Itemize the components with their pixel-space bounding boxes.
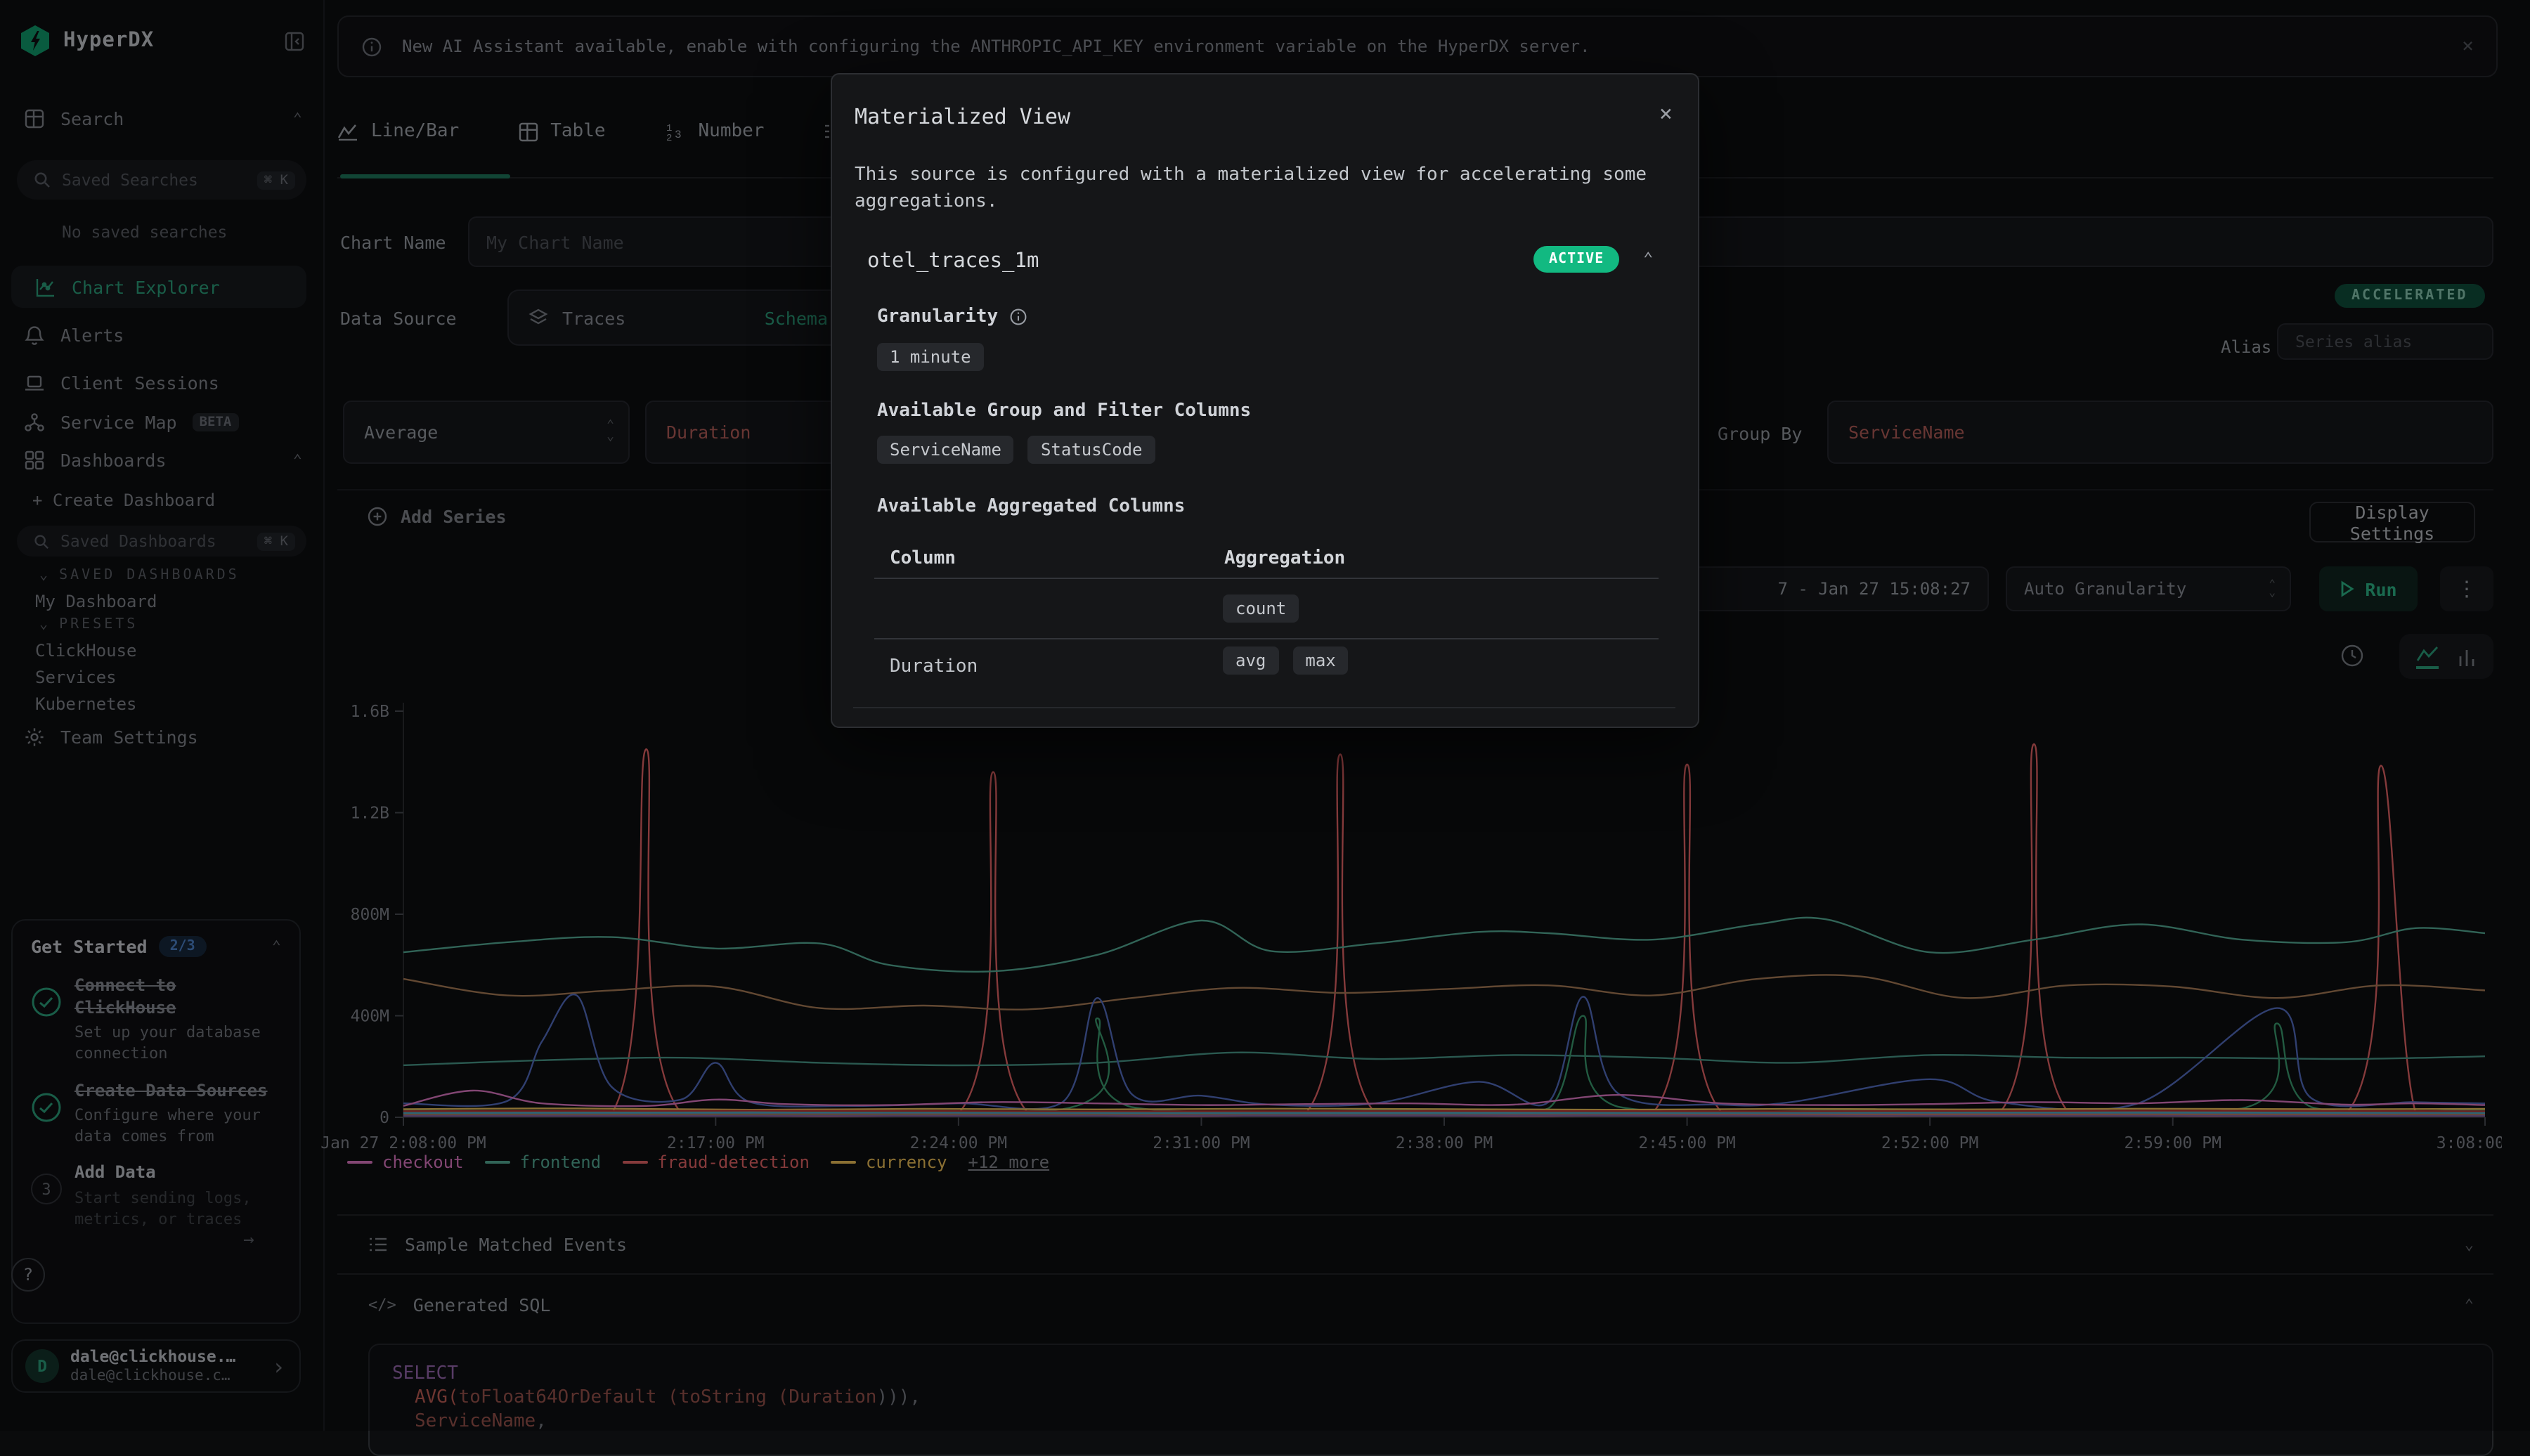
- modal-title: Materialized View: [855, 104, 1070, 129]
- table-row-aggregations: avgmax: [1223, 646, 1349, 675]
- aggregation-chip: max: [1292, 646, 1348, 675]
- modal-description: This source is configured with a materia…: [855, 162, 1678, 215]
- view-name: otel_traces_1m: [867, 250, 1039, 273]
- aggregated-label: Available Aggregated Columns: [877, 496, 1185, 517]
- materialized-view-modal: Materialized View × This source is confi…: [831, 73, 1699, 728]
- aggregation-chip: avg: [1223, 646, 1278, 675]
- table-divider: [853, 707, 1675, 708]
- table-row-aggregations: count: [1223, 594, 1299, 623]
- table-header-aggregation: Aggregation: [1224, 548, 1345, 569]
- column-chip: ServiceName: [877, 436, 1014, 464]
- chevron-up-icon[interactable]: ⌃: [1643, 249, 1653, 268]
- close-icon[interactable]: ×: [1659, 100, 1673, 126]
- granularity-label: Granularity: [877, 306, 1027, 327]
- column-chip: StatusCode: [1028, 436, 1155, 464]
- table-divider: [874, 638, 1659, 639]
- hyperdx-app: HyperDX Search ⌃ ⌘ K No saved searches C…: [0, 0, 2530, 1431]
- active-status-badge: ACTIVE: [1533, 246, 1619, 273]
- aggregation-chip: count: [1223, 594, 1299, 623]
- group-filter-chips: ServiceName StatusCode: [877, 436, 1155, 464]
- granularity-chip: 1 minute: [877, 343, 984, 371]
- table-header-column: Column: [890, 548, 956, 569]
- table-divider: [874, 578, 1659, 579]
- table-row-column: Duration: [890, 656, 978, 677]
- group-filter-label: Available Group and Filter Columns: [877, 401, 1251, 422]
- info-icon: [1009, 308, 1027, 326]
